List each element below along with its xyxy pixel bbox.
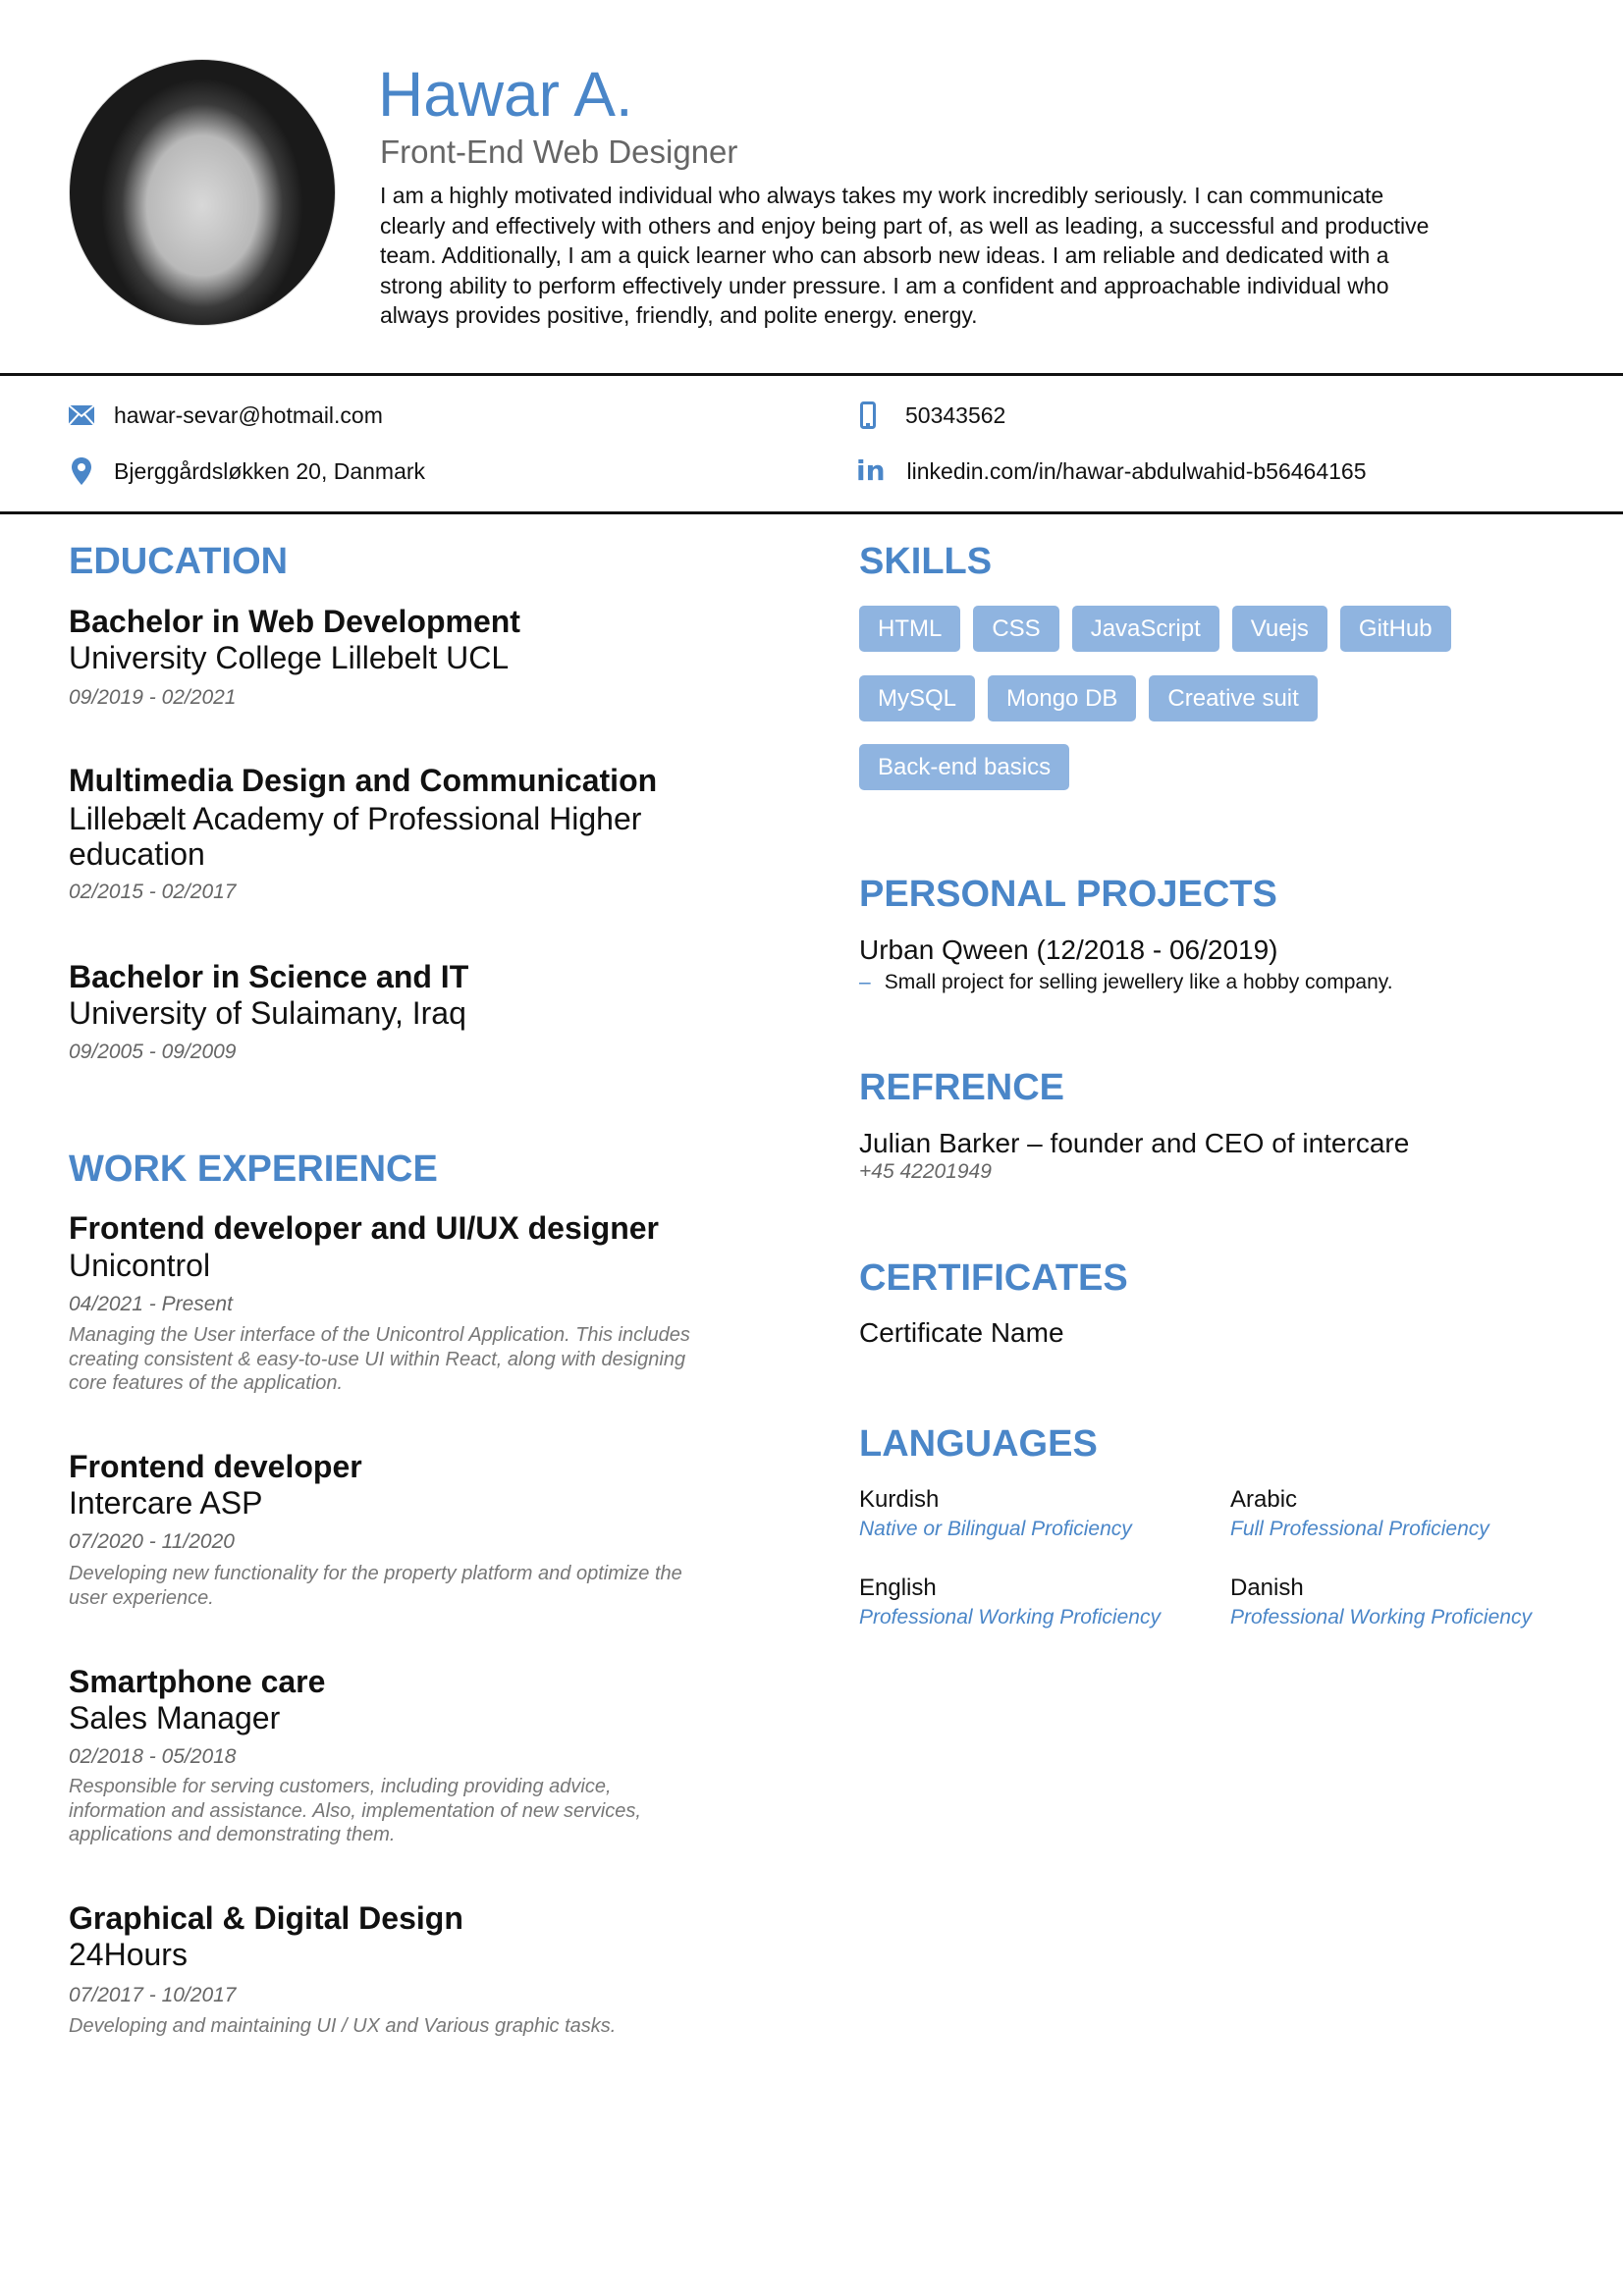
skill-tag: MySQL [859, 675, 976, 721]
job-title: Frontend developer and UI/UX designer [69, 1210, 659, 1246]
language-name: English [859, 1575, 937, 1601]
skill-tag: GitHub [1339, 606, 1451, 652]
name: Hawar A. [378, 59, 633, 130]
dates: 04/2021 - Present [69, 1293, 233, 1315]
description-line: Managing the User interface of the Unico… [69, 1324, 690, 1346]
language-name: Kurdish [859, 1486, 940, 1513]
description: Managing the User interface of the Unico… [69, 1323, 690, 1396]
dash-bullet-icon: – [859, 971, 871, 993]
projects-heading: PERSONAL PROJECTS [859, 874, 1277, 915]
skills-heading: SKILLS [859, 541, 993, 582]
skills-row: MySQL Mongo DB Creative suit [859, 675, 1318, 721]
skill-tag: JavaScript [1071, 606, 1219, 652]
company: Intercare ASP [69, 1485, 263, 1521]
project-bullet: – Small project for selling jewellery lik… [859, 970, 1393, 995]
description-line: information and assistance. Also, implem… [69, 1799, 641, 1822]
description-line: applications and demonstrating them. [69, 1824, 396, 1845]
school-name: Lillebælt Academy of Professional Higher [69, 801, 642, 836]
skills-row: Back-end basics [859, 744, 1070, 790]
project-title: Urban Qween (12/2018 - 06/2019) [859, 934, 1278, 965]
company: 24Hours [69, 1937, 188, 1972]
location-pin-icon [72, 457, 91, 485]
contact-linkedin[interactable]: in linkedin.com/in/hawar-abdulwahid-b564… [856, 457, 1367, 485]
job-title: Front-End Web Designer [380, 133, 738, 170]
work-heading: WORK EXPERIENCE [69, 1148, 438, 1190]
description: Responsible for serving customers, inclu… [69, 1775, 641, 1847]
email-text[interactable]: hawar-sevar@hotmail.com [114, 401, 383, 429]
phone-text[interactable]: 50343562 [905, 401, 1005, 429]
envelope-icon [69, 405, 94, 425]
language-level: Professional Working Proficiency [859, 1606, 1161, 1629]
school-name: University of Sulaimany, Iraq [69, 995, 466, 1031]
description-line: core features of the application. [69, 1372, 344, 1394]
summary-line: clearly and effectively with others and … [380, 212, 1430, 239]
school-name: University College Lillebelt UCL [69, 640, 510, 675]
description-line: Developing and maintaining UI / UX and V… [69, 2015, 617, 2037]
job-title: Frontend developer [69, 1449, 362, 1484]
skill-tag: CSS [973, 606, 1059, 652]
description: Developing and maintaining UI / UX and V… [69, 2014, 616, 2039]
reference-heading: REFRENCE [859, 1067, 1065, 1108]
divider [0, 511, 1623, 514]
skills-row: HTML CSS JavaScript Vuejs GitHub [859, 606, 1451, 652]
linkedin-link[interactable]: linkedin.com/in/hawar-abdulwahid-b564641… [907, 457, 1367, 485]
description: Developing new functionality for the pro… [69, 1562, 682, 1610]
profile-photo [69, 59, 336, 326]
skill-tag: Mongo DB [988, 675, 1137, 721]
dates: 09/2019 - 02/2021 [69, 686, 237, 709]
summary: I am a highly motivated individual who a… [380, 181, 1429, 331]
degree-title: Multimedia Design and Communication [69, 763, 658, 798]
job-title: Graphical & Digital Design [69, 1900, 463, 1936]
skill-tag: Creative suit [1149, 675, 1318, 721]
degree-title: Bachelor in Web Development [69, 604, 520, 639]
reference-name: Julian Barker – founder and CEO of inter… [859, 1128, 1410, 1158]
mobile-phone-icon [860, 401, 876, 429]
project-description: Small project for selling jewellery like… [884, 971, 1393, 993]
school-name: education [69, 836, 205, 872]
language-level: Full Professional Proficiency [1230, 1518, 1489, 1540]
dates: 07/2020 - 11/2020 [69, 1530, 235, 1553]
contact-phone[interactable]: 50343562 [860, 401, 1005, 429]
linkedin-icon: in [856, 454, 886, 487]
job-title: Smartphone care [69, 1664, 326, 1699]
certificate-name: Certificate Name [859, 1317, 1064, 1348]
reference-phone: +45 42201949 [859, 1160, 992, 1183]
address-text: Bjerggårdsløkken 20, Danmark [114, 458, 426, 484]
dates: 07/2017 - 10/2017 [69, 1984, 237, 2006]
language-name: Arabic [1230, 1486, 1298, 1513]
dates: 02/2015 - 02/2017 [69, 881, 237, 903]
dates: 02/2018 - 05/2018 [69, 1745, 237, 1768]
description-line: Responsible for serving customers, inclu… [69, 1776, 612, 1797]
language-level: Native or Bilingual Proficiency [859, 1518, 1132, 1540]
contact-email[interactable]: hawar-sevar@hotmail.com [69, 401, 383, 429]
company: Unicontrol [69, 1248, 211, 1283]
summary-line: strong ability to perform effectively un… [380, 272, 1389, 298]
divider [0, 373, 1623, 376]
dates: 09/2005 - 09/2009 [69, 1041, 237, 1063]
summary-line: team. Additionally, I am a quick learner… [380, 242, 1389, 268]
certificates-heading: CERTIFICATES [859, 1257, 1128, 1299]
degree-title: Bachelor in Science and IT [69, 959, 469, 994]
languages-heading: LANGUAGES [859, 1423, 1098, 1465]
skill-tag: Back-end basics [859, 744, 1070, 790]
language-level: Professional Working Proficiency [1230, 1606, 1532, 1629]
skill-tag: Vuejs [1231, 606, 1327, 652]
language-name: Danish [1230, 1575, 1304, 1601]
contact-address: Bjerggårdsløkken 20, Danmark [72, 457, 425, 485]
education-heading: EDUCATION [69, 541, 289, 582]
description-line: Developing new functionality for the pro… [69, 1563, 682, 1584]
skill-tag: HTML [859, 606, 961, 652]
summary-line: always provides positive, friendly, and … [380, 302, 978, 328]
description-line: creating consistent & easy-to-use UI wit… [69, 1348, 686, 1370]
company: Sales Manager [69, 1700, 281, 1735]
description-line: user experience. [69, 1586, 214, 1609]
summary-line: I am a highly motivated individual who a… [380, 183, 1384, 208]
